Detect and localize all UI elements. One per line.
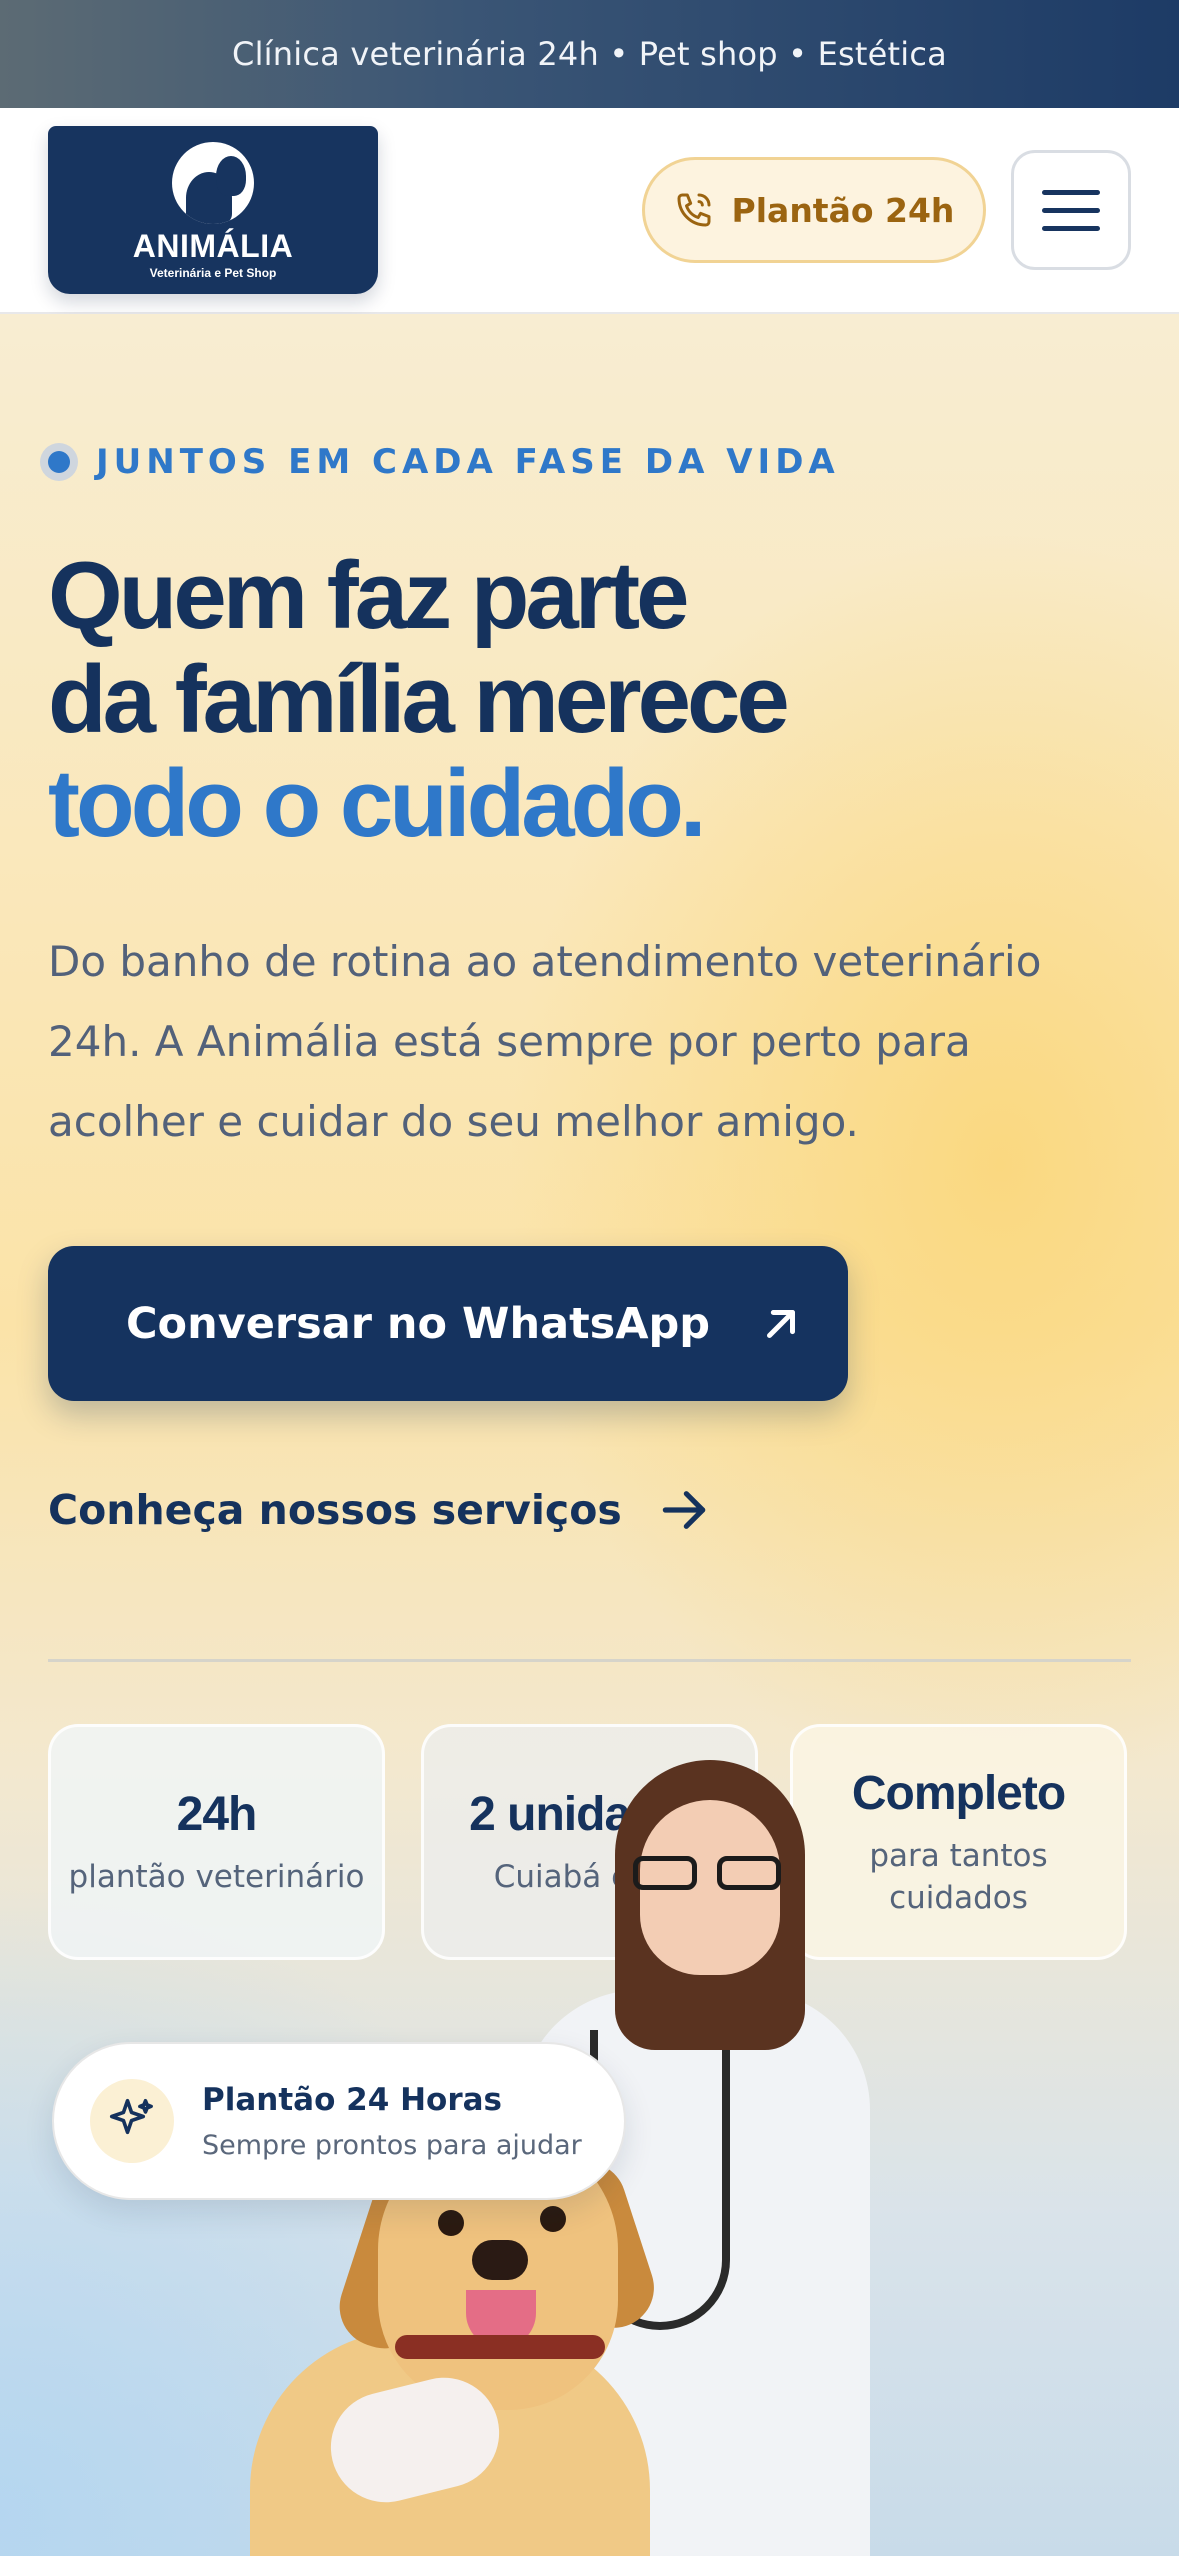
badge-title: Plantão 24 Horas (202, 2081, 502, 2118)
headline-period: . (679, 750, 707, 857)
services-link-label: Conheça nossos serviços (48, 1486, 622, 1534)
headline-line-1: Quem faz parte (48, 542, 690, 649)
services-link[interactable]: Conheça nossos serviços (48, 1482, 712, 1538)
glasses-icon (633, 1856, 785, 1890)
whatsapp-button-label: Conversar no WhatsApp (126, 1298, 711, 1349)
hero-headline: Quem faz parte da família merece todo o … (48, 544, 1148, 856)
eyebrow-text: JUNTOS EM CADA FASE DA VIDA (96, 442, 840, 482)
badge-text: Plantão 24 Horas Sempre prontos para aju… (202, 2082, 582, 2161)
plantao-button[interactable]: Plantão 24h (642, 157, 986, 263)
puppy-collar (395, 2335, 605, 2359)
logo-subtitle: Veterinária e Pet Shop (149, 266, 277, 280)
puppy-nose (472, 2240, 528, 2280)
logo-name: ANIMÁLIA (132, 228, 294, 264)
menu-button[interactable] (1011, 150, 1131, 270)
logo[interactable]: ANIMÁLIA Veterinária e Pet Shop (48, 126, 378, 294)
headline-line-2: da família merece (48, 646, 790, 753)
divider (48, 1659, 1131, 1662)
hamburger-menu-icon (1042, 189, 1100, 195)
hero-lead: Do banho de rotina ao atendimento veteri… (48, 937, 1042, 1146)
eyebrow: JUNTOS EM CADA FASE DA VIDA (40, 442, 840, 482)
plantao-badge-card: Plantão 24 Horas Sempre prontos para aju… (52, 2042, 626, 2200)
arrow-right-icon (662, 1491, 706, 1529)
site-header: ANIMÁLIA Veterinária e Pet Shop Plantão … (0, 108, 1179, 314)
phone-icon (677, 193, 711, 227)
dot-icon (40, 443, 78, 481)
puppy-eye (438, 2210, 464, 2236)
whatsapp-button[interactable]: Conversar no WhatsApp (48, 1246, 848, 1401)
announcement-bar: Clínica veterinária 24h • Pet shop • Est… (0, 0, 1179, 108)
plantao-button-label: Plantão 24h (731, 190, 955, 230)
announcement-text: Clínica veterinária 24h • Pet shop • Est… (232, 35, 947, 73)
logo-emblem-icon (172, 142, 254, 224)
badge-subtitle: Sempre prontos para ajudar (202, 2129, 582, 2161)
sparkle-icon (90, 2079, 174, 2163)
puppy-eye (540, 2206, 566, 2232)
arrow-up-right-icon (767, 1309, 796, 1338)
headline-accent: todo o cuidado (48, 750, 684, 857)
